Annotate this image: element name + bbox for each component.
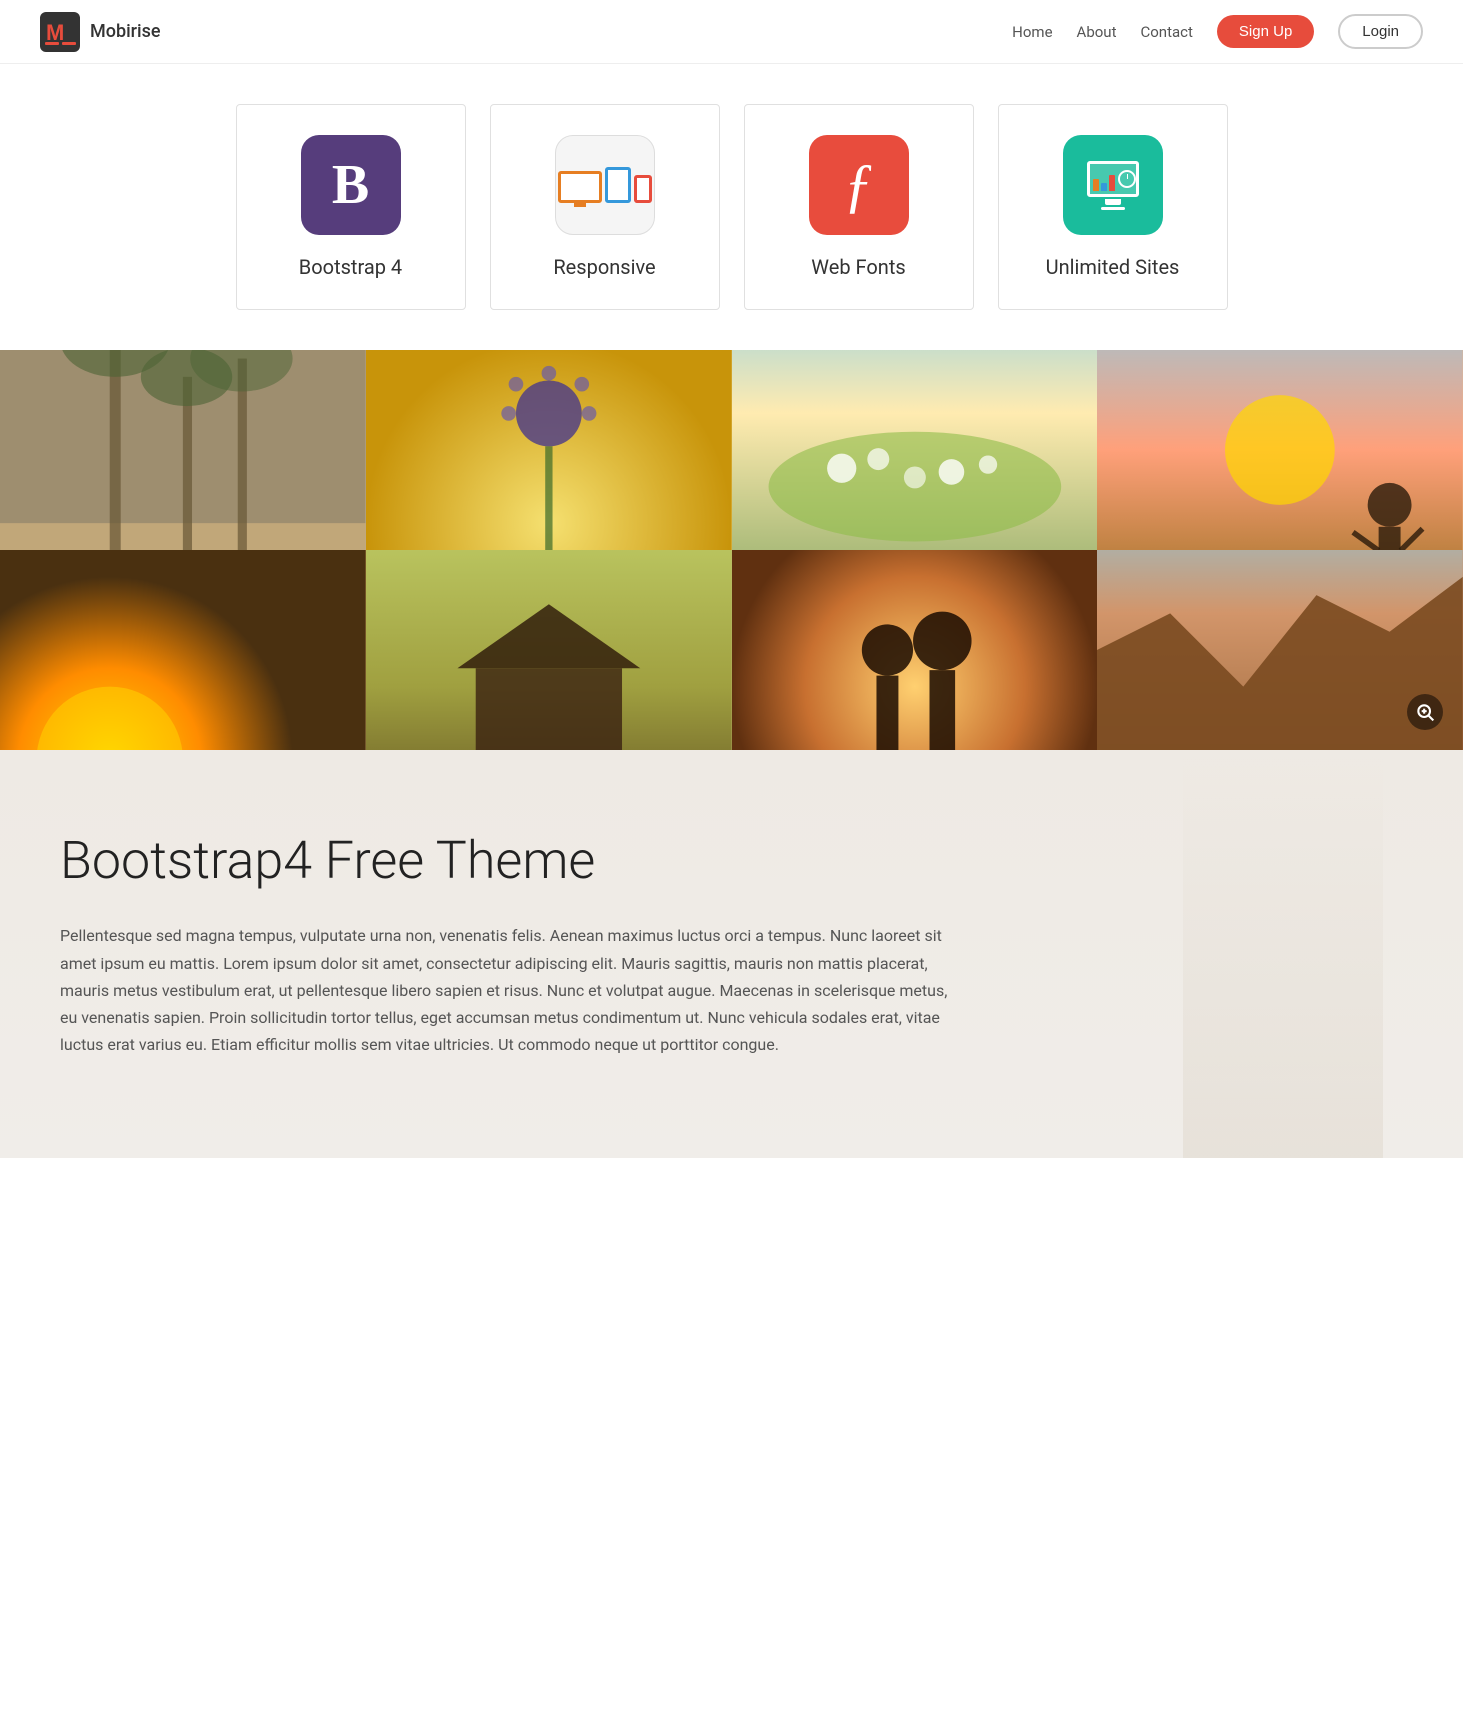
tablet-device-icon [605,167,631,203]
palms-svg [0,350,366,550]
responsive-icon-container [555,135,655,235]
webfonts-f-icon: ƒ [844,151,874,220]
nav-home[interactable]: Home [1012,23,1052,41]
signup-button[interactable]: Sign Up [1217,15,1314,48]
webfonts-icon-container: ƒ [809,135,909,235]
devices-icon [558,167,652,203]
bar-chart-icon [1090,164,1118,194]
photo-sunburst [0,550,366,750]
brand-logo-link[interactable]: M Mobirise [40,12,161,52]
page-bottom [0,1158,1463,1218]
photo-palms [0,350,366,550]
desktop-device-icon [558,171,602,203]
photo-flower [366,350,732,550]
content-title: Bootstrap4 Free Theme [60,830,1403,892]
meadow-svg [732,350,1098,550]
brand-name: Mobirise [90,21,161,42]
zoom-icon [1415,702,1435,722]
flower-svg [366,350,732,550]
bootstrap-label: Bootstrap 4 [299,255,402,279]
feature-card-bootstrap: B Bootstrap 4 [236,104,466,310]
bootstrap-b-icon: B [332,153,369,217]
photo-rocks [1097,550,1463,750]
bar-2 [1101,183,1107,191]
photo-couple [732,550,1098,750]
webfonts-label: Web Fonts [811,255,905,279]
couple-svg [732,550,1098,750]
nav-about[interactable]: About [1077,23,1117,41]
feature-card-webfonts: ƒ Web Fonts [744,104,974,310]
clock-icon [1118,170,1136,188]
svg-text:M: M [46,20,64,45]
features-section: B Bootstrap 4 Responsive ƒ Web Fonts [0,64,1463,350]
zoom-overlay[interactable] [1407,694,1443,730]
content-section: Bootstrap4 Free Theme Pellentesque sed m… [0,750,1463,1158]
bar-3 [1109,175,1115,191]
monitor-screen [1087,161,1139,197]
feature-card-unlimited: Unlimited Sites [998,104,1228,310]
bar-1 [1093,179,1099,191]
nav-links: Home About Contact Sign Up Login [1012,14,1423,49]
responsive-label: Responsive [553,255,655,279]
unlimited-icon-container [1063,135,1163,235]
photo-sunset-person [1097,350,1463,550]
photo-meadow [732,350,1098,550]
monitor-icon [1087,161,1139,210]
mobirise-logo: M [40,12,80,52]
sunburst-svg [0,550,366,750]
navbar: M Mobirise Home About Contact Sign Up Lo… [0,0,1463,64]
monitor-base [1101,207,1125,210]
nav-contact[interactable]: Contact [1140,23,1192,41]
sunset-person-svg [1097,350,1463,550]
monitor-stand [1105,199,1121,205]
login-button[interactable]: Login [1338,14,1423,49]
feature-card-responsive: Responsive [490,104,720,310]
phone-device-icon [634,175,652,203]
photo-barn [366,550,732,750]
content-body: Pellentesque sed magna tempus, vulputate… [60,922,960,1058]
photo-grid [0,350,1463,750]
bootstrap-icon-container: B [301,135,401,235]
barn-svg [366,550,732,750]
unlimited-label: Unlimited Sites [1046,255,1180,279]
